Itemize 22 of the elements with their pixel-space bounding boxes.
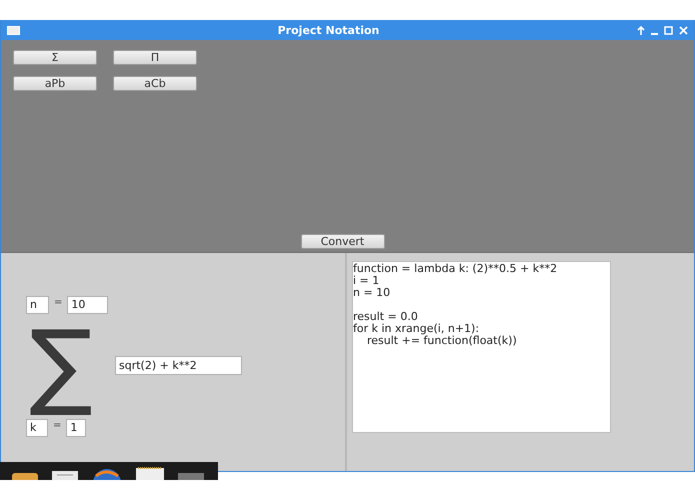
upper-variable-field[interactable]: n [26, 296, 49, 314]
globe-icon[interactable] [92, 468, 122, 480]
equals-sign: = [52, 420, 62, 431]
lower-variable-field[interactable]: k [26, 419, 48, 437]
notation-button[interactable]: aPb [13, 76, 97, 91]
close-icon[interactable] [679, 26, 688, 34]
expression-field[interactable]: sqrt(2) + k**2 [115, 356, 242, 374]
document-icon[interactable] [52, 470, 78, 480]
notation-button[interactable]: Π [113, 50, 197, 65]
equals-sign: = [53, 297, 64, 308]
maximize-icon[interactable] [664, 26, 673, 34]
window-icon [7, 26, 20, 34]
lower-value-field[interactable]: 1 [66, 419, 86, 437]
notation-button[interactable]: aCb [113, 76, 197, 91]
notation-button[interactable]: Σ [13, 50, 97, 65]
upper-value-field[interactable]: 10 [67, 296, 108, 314]
arrow-up-icon[interactable] [637, 26, 645, 34]
notepad-icon[interactable] [136, 466, 164, 480]
window-title: Project Notation [276, 24, 380, 36]
code-output-area[interactable]: function = lambda k: (2)**0.5 + k**2 i = 1 n = 10 result = 0.0 for k in xrange(i, n+1): result += function(float(k)) [352, 261, 611, 433]
convert-button[interactable]: Convert [300, 234, 384, 249]
folder-icon[interactable] [12, 472, 38, 480]
